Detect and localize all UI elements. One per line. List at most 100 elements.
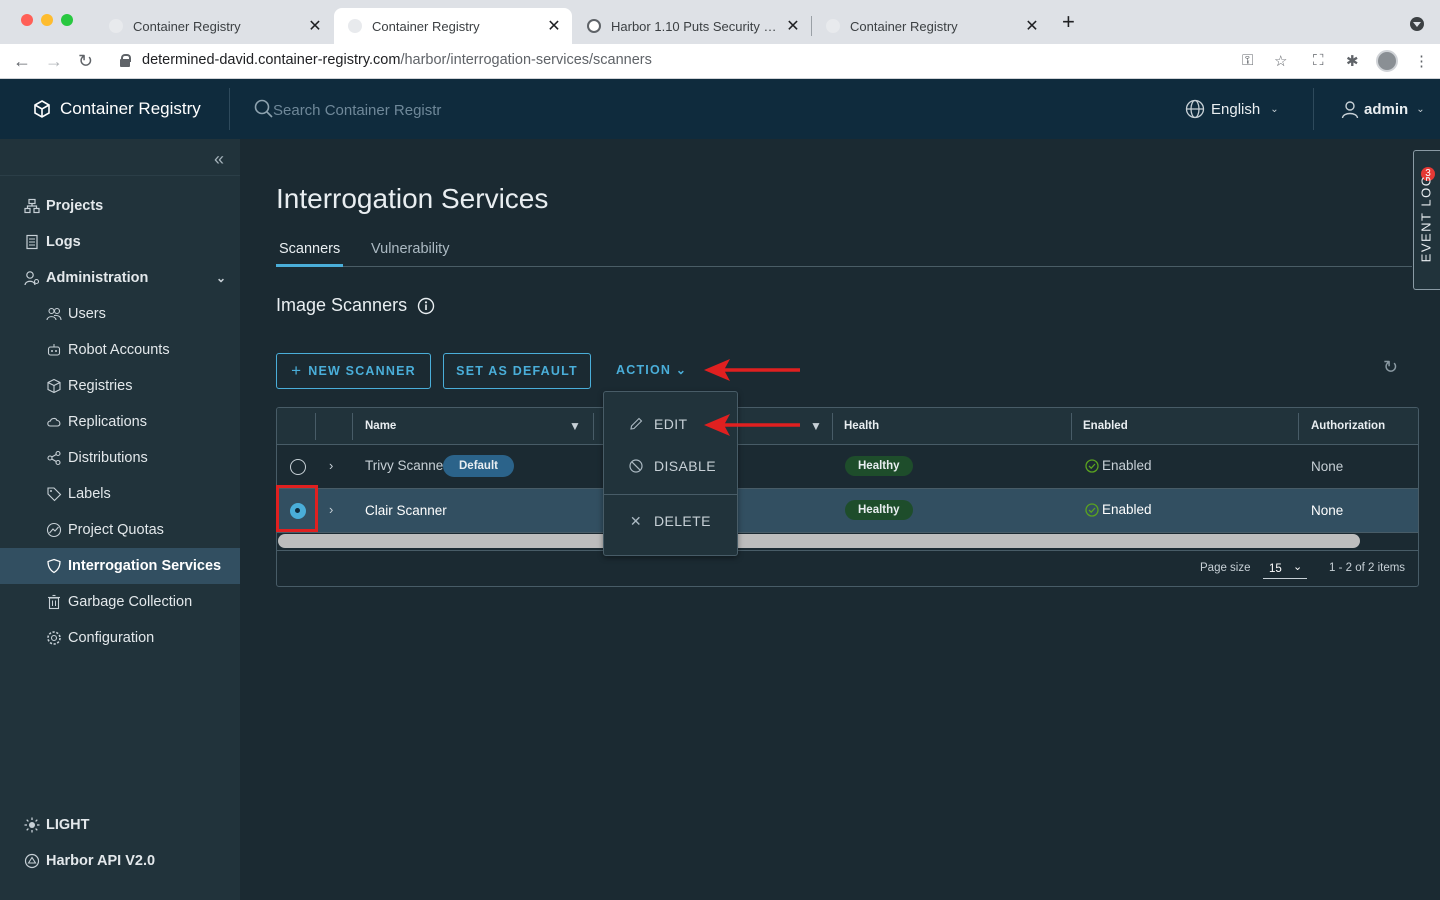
section-title: Image Scanners [276,295,435,316]
sidebar-item-distributions[interactable]: Distributions [0,440,240,476]
annotation-arrow-icon [704,414,800,436]
close-tab-icon[interactable]: ✕ [305,16,325,36]
check-circle-icon [1085,502,1099,517]
window-close-button[interactable] [21,14,33,26]
sidebar-item-replications[interactable]: Replications [0,404,240,440]
language-selector[interactable]: English ⌄ [1185,99,1279,119]
star-icon[interactable]: ☆ [1274,52,1287,70]
sidebar-item-project-quotas[interactable]: Project Quotas [0,512,240,548]
browser-menu-icon[interactable]: ⋮ [1414,52,1429,70]
search-input[interactable] [273,99,573,121]
lock-icon[interactable] [120,54,131,67]
default-badge: Default [443,455,514,477]
table-row[interactable]: › Trivy Scanner Default Healthy Enabled … [277,445,1418,489]
column-header-health[interactable]: Health [844,420,879,432]
collapse-sidebar-icon[interactable]: « [214,149,224,170]
new-scanner-button[interactable]: + NEW SCANNER [276,353,431,389]
browser-tab-title: Container Registry [372,18,480,34]
column-header-authorization[interactable]: Authorization [1311,420,1385,432]
chevron-right-icon[interactable]: › [329,458,333,473]
browser-tab[interactable]: Container Registry ✕ [95,8,333,44]
api-icon [24,853,40,869]
theme-toggle[interactable]: LIGHT [24,817,90,833]
chevron-right-icon[interactable]: › [329,502,333,517]
tab-search-icon[interactable] [1410,17,1424,31]
close-tab-icon[interactable]: ✕ [783,16,803,36]
sidebar-item-users[interactable]: Users [0,296,240,332]
theme-toggle-label: LIGHT [46,817,90,833]
sidebar-item-garbage-collection[interactable]: Garbage Collection [0,584,240,620]
screen-capture-icon[interactable]: ⛶ [1313,52,1324,69]
table-row-selected[interactable]: › Clair Scanner Healthy Enabled None [277,489,1418,533]
tab-scanners[interactable]: Scanners [279,241,340,257]
close-tab-icon[interactable]: ✕ [544,16,564,36]
scanner-name: Clair Scanner [365,503,447,518]
filter-icon[interactable]: ▼ [810,419,822,433]
sidebar-item-robot-accounts[interactable]: Robot Accounts [0,332,240,368]
user-menu[interactable]: admin ⌄ [1340,99,1425,119]
event-log-tab[interactable]: 3 EVENT LOG [1413,150,1440,290]
sidebar-item-administration[interactable]: Administration ⌄ [0,260,240,296]
row-select-radio[interactable] [290,459,306,475]
browser-tab-active[interactable]: Container Registry ✕ [334,8,572,44]
registries-icon [47,378,61,394]
page-size-label: Page size [1200,562,1251,574]
window-zoom-button[interactable] [61,14,73,26]
table-header: Name ▼ ▼ Health Enabled Authorization [277,408,1418,445]
action-button[interactable]: ACTION ⌄ [616,363,687,377]
tab-vulnerability[interactable]: Vulnerability [371,241,449,257]
horizontal-scrollbar[interactable] [278,534,1360,548]
sidebar-item-label: Garbage Collection [68,594,193,610]
new-tab-button[interactable]: + [1062,11,1075,33]
disable-label: DISABLE [654,458,716,474]
section-title-text: Image Scanners [276,295,408,315]
sidebar-item-label: Labels [68,486,111,502]
back-arrow-icon[interactable]: ← [13,50,31,72]
pagination-range: 1 - 2 of 2 items [1329,562,1406,574]
column-separator [1071,413,1072,440]
sidebar-item-logs[interactable]: Logs [0,224,240,260]
delete-label: DELETE [654,513,711,529]
annotation-highlight-box [276,485,318,532]
sidebar-item-labels[interactable]: Labels [0,476,240,512]
refresh-icon[interactable]: ↻ [1383,357,1398,378]
sidebar-item-projects[interactable]: Projects [0,188,240,224]
column-header-enabled[interactable]: Enabled [1083,420,1128,432]
info-icon[interactable] [417,297,435,315]
delete-menu-item[interactable]: ✕ DELETE [604,501,737,541]
chevron-down-icon: ⌄ [1270,103,1279,115]
browser-tab[interactable]: Container Registry ✕ [812,8,1050,44]
close-tab-icon[interactable]: ✕ [1022,16,1042,36]
column-separator [352,413,353,440]
column-header-name[interactable]: Name [365,420,396,432]
plus-icon: + [291,361,303,380]
harbor-api-link[interactable]: Harbor API V2.0 [24,853,155,869]
set-as-default-button[interactable]: SET AS DEFAULT [443,353,591,389]
brand-name[interactable]: Container Registry [60,99,201,119]
check-circle-icon [1085,458,1099,473]
page-size-select[interactable]: 15 ⌄ [1263,559,1307,579]
sidebar-divider [0,175,240,176]
sidebar-item-registries[interactable]: Registries [0,368,240,404]
profile-avatar[interactable] [1376,50,1398,72]
disable-menu-item[interactable]: DISABLE [604,446,737,486]
url-field[interactable]: determined-david.container-registry.com/… [142,52,652,68]
filter-icon[interactable]: ▼ [569,419,581,433]
browser-tab-title: Container Registry [850,18,958,34]
username: admin [1364,100,1409,118]
browser-tab[interactable]: Harbor 1.10 Puts Security and I ✕ [573,8,811,44]
sidebar-item-interrogation-services[interactable]: Interrogation Services [0,548,240,584]
key-icon[interactable]: ⚿ [1242,52,1253,69]
tag-icon [47,487,62,502]
chevron-down-icon[interactable]: ⌄ [216,271,226,285]
chevron-down-icon: ⌄ [1293,561,1303,573]
sidebar-item-configuration[interactable]: Configuration [0,620,240,656]
administration-icon [24,271,40,286]
sidebar-item-label: Projects [46,198,104,214]
reload-icon[interactable]: ↻ [78,50,93,72]
sidebar-item-label: Distributions [68,450,148,466]
extensions-icon[interactable]: ✱ [1346,52,1359,70]
forward-arrow-icon[interactable]: → [45,50,63,72]
window-minimize-button[interactable] [41,14,53,26]
annotation-arrow-icon [704,359,800,381]
